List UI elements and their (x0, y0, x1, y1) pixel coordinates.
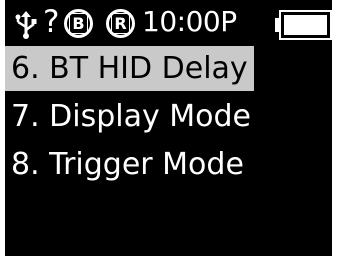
menu-item-trigger-mode[interactable]: 8. Trigger Mode (5, 142, 332, 187)
menu-item-display-mode[interactable]: 7. Display Mode (5, 94, 332, 139)
r-badge-icon: R (106, 9, 135, 38)
clock: 10:00P (142, 5, 237, 38)
menu-item-bt-hid-delay[interactable]: 6. BT HID Delay (5, 46, 254, 91)
status-bar: ? B R 10:00P (5, 0, 332, 46)
device-screen: ? B R 10:00P 6. BT HID Delay 7. Display … (5, 0, 332, 256)
b-badge-icon: B (64, 9, 93, 38)
r-badge-label: R (111, 13, 130, 34)
battery-icon (275, 10, 332, 40)
usb-icon (15, 11, 37, 39)
b-badge-label: B (69, 13, 88, 34)
unknown-status-icon: ? (43, 4, 60, 40)
battery-body (279, 10, 332, 40)
battery-fill (284, 15, 327, 35)
